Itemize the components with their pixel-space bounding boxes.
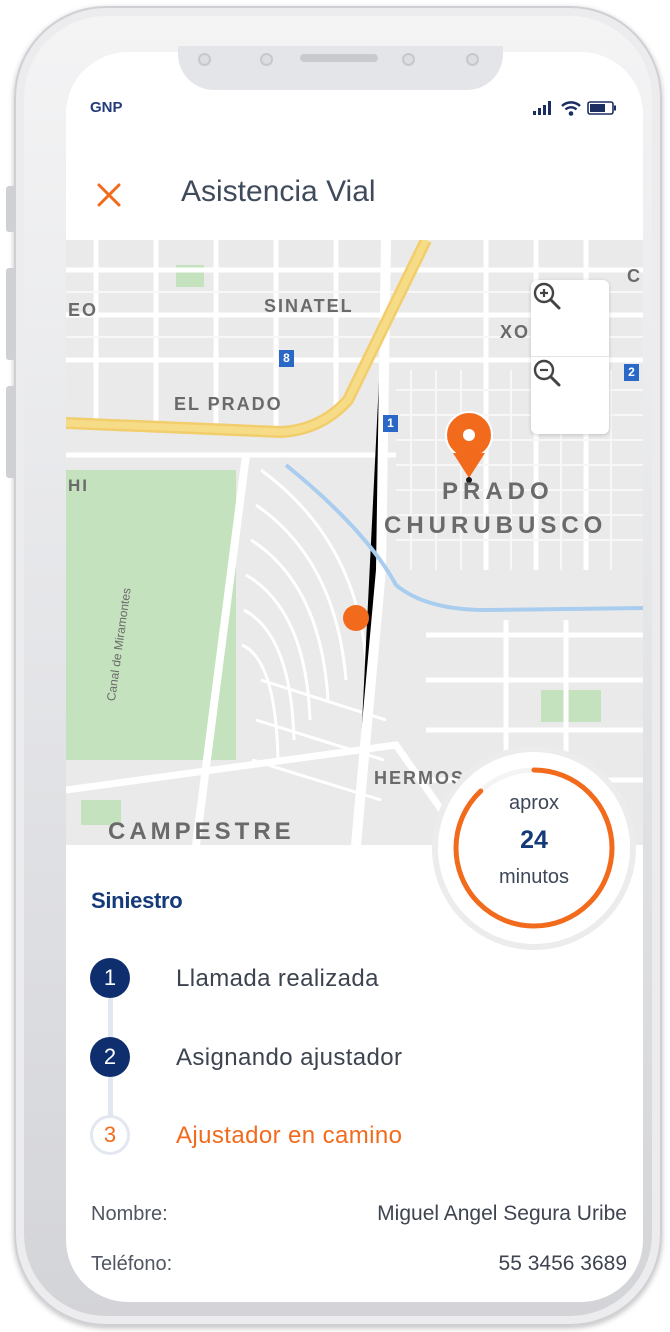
map-label: EO (68, 300, 99, 320)
volume-down-button (6, 386, 14, 478)
step-3-label: Ajustador en camino (176, 1122, 403, 1149)
map-label: PRADO (442, 478, 554, 505)
map-label: EL PRADO (174, 394, 283, 414)
signal-icon (533, 101, 551, 115)
section-title: Siniestro (91, 888, 183, 913)
eta-value: 24 (520, 826, 548, 854)
screen: GNP Asistencia Vial 8 1 2 SINATEL EL PRA… (66, 52, 643, 1302)
zoom-in-icon (533, 282, 561, 310)
step-2-badge: 2 (90, 1037, 130, 1077)
close-button[interactable] (92, 178, 126, 212)
eta-unit: minutos (498, 866, 570, 888)
carrier-label: GNP (90, 99, 123, 116)
sensor-dot (260, 53, 273, 66)
volume-up-button (6, 268, 14, 360)
step-1-label: Llamada realizada (176, 965, 379, 992)
close-icon (97, 183, 121, 207)
zoom-in-button[interactable] (531, 280, 609, 357)
name-label: Nombre: (91, 1203, 168, 1225)
page-title: Asistencia Vial (181, 175, 376, 208)
phone-frame: GNP Asistencia Vial 8 1 2 SINATEL EL PRA… (6, 6, 662, 1326)
status-icons (533, 99, 617, 117)
step-1-badge: 1 (90, 958, 130, 998)
zoom-controls (531, 280, 609, 434)
map-label: XO (500, 322, 531, 342)
eta-timer: aprox 24 minutos (438, 752, 630, 944)
route-badge: 2 (628, 365, 635, 379)
map-label: SINATEL (264, 296, 354, 316)
eta-prefix: aprox (508, 792, 560, 814)
route-badge: 1 (387, 416, 394, 430)
sensor-dot (466, 53, 479, 66)
map-label: CAMPESTRE (108, 818, 295, 845)
mute-switch (6, 186, 14, 232)
zoom-out-icon (533, 359, 561, 387)
phone-label: Teléfono: (91, 1253, 173, 1275)
sensor-dot (198, 53, 211, 66)
step-3-badge: 3 (90, 1115, 130, 1155)
device-notch (178, 46, 503, 90)
step-2-label: Asignando ajustador (176, 1044, 403, 1071)
origin-marker (343, 605, 369, 631)
speaker-grille (300, 54, 378, 62)
route-badge: 8 (283, 351, 290, 365)
wifi-icon (561, 100, 581, 116)
sensor-dot (402, 53, 415, 66)
map-label: HI (68, 476, 89, 495)
battery-icon (587, 101, 616, 115)
map-label: CHURUBUSCO (384, 512, 608, 539)
zoom-out-button[interactable] (531, 357, 609, 433)
map-label: C (627, 266, 642, 286)
phone-value[interactable]: 55 3456 3689 (499, 1252, 627, 1276)
name-value: Miguel Angel Segura Uribe (377, 1202, 627, 1225)
